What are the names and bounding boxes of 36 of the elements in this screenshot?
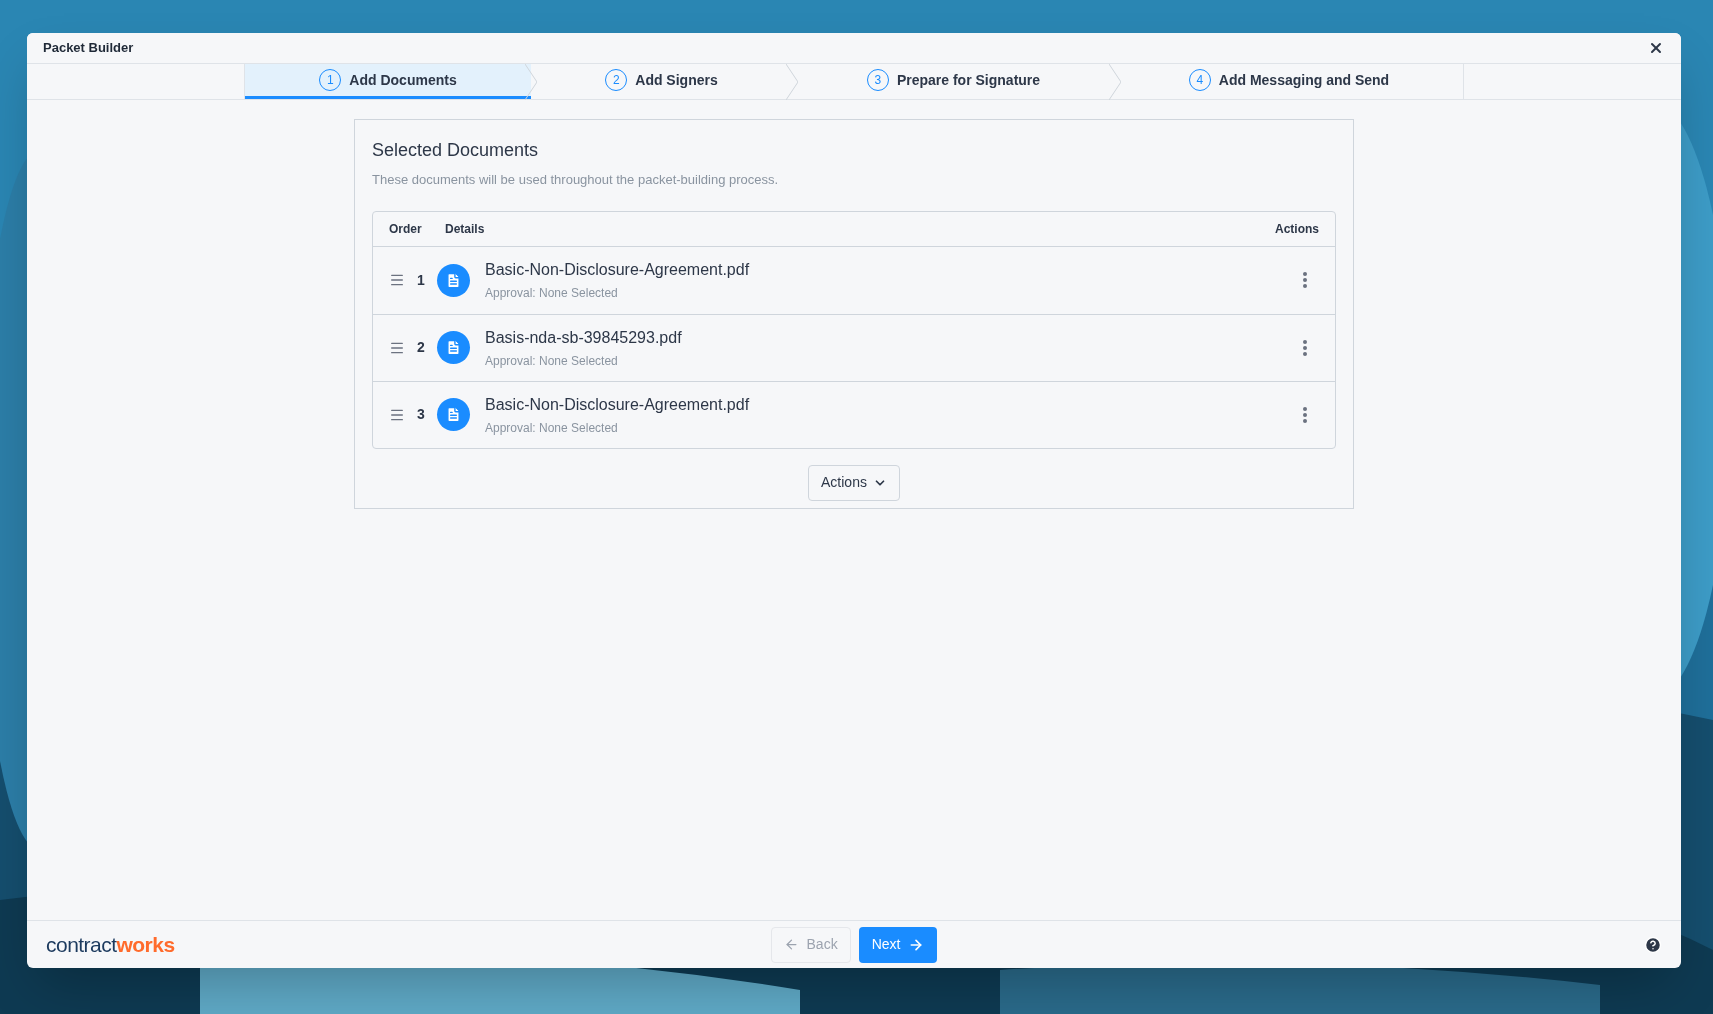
actions-dropdown[interactable]: Actions bbox=[808, 464, 900, 501]
help-icon[interactable] bbox=[1644, 935, 1662, 954]
column-header: Order bbox=[389, 220, 423, 238]
approval-status: Approval: None Selected bbox=[485, 285, 619, 302]
step-chevron-icon bbox=[1109, 64, 1121, 100]
brand-logo: contractworks bbox=[46, 931, 175, 958]
document-name: Basic-Non-Disclosure-Agreement.pdf bbox=[485, 260, 751, 280]
step-chevron-icon bbox=[525, 64, 537, 100]
document-row[interactable]: 2 Basis-nda-sb-39845293.pdf Approval: None Selected bbox=[373, 313, 1335, 381]
order-number: 2 bbox=[416, 338, 426, 357]
step-tab[interactable]: 2 Add Signers bbox=[531, 64, 792, 99]
drag-handle-icon[interactable] bbox=[389, 272, 405, 288]
order-number: 3 bbox=[416, 405, 426, 424]
document-row[interactable]: 1 Basic-Non-Disclosure-Agreement.pdf Approval: None Selected bbox=[373, 246, 1335, 314]
more-options-icon bbox=[1303, 406, 1307, 423]
more-options-icon bbox=[1303, 272, 1307, 288]
document-name: Basis-nda-sb-39845293.pdf bbox=[485, 327, 683, 348]
approval-status: Approval: None Selected bbox=[485, 352, 619, 370]
column-header: Actions bbox=[1275, 220, 1319, 238]
document-row[interactable]: 3 Basic-Non-Disclosure-Agreement.pdf Approval: None Selected bbox=[373, 380, 1335, 448]
step-chevron-icon bbox=[786, 64, 798, 100]
step-tab[interactable]: 4 Add Messaging and Send bbox=[1115, 64, 1463, 99]
more-options-icon bbox=[1303, 339, 1307, 356]
column-header: Details bbox=[445, 220, 486, 238]
card-title: Selected Documents bbox=[372, 139, 540, 162]
step-tab[interactable]: 1 Add Documents bbox=[245, 64, 531, 99]
document-icon bbox=[437, 263, 470, 297]
document-name: Basic-Non-Disclosure-Agreement.pdf bbox=[485, 394, 751, 415]
document-icon bbox=[437, 398, 470, 431]
window-title: Packet Builder bbox=[43, 39, 134, 58]
close-icon bbox=[1648, 40, 1664, 56]
document-icon bbox=[437, 331, 470, 364]
step-tab[interactable]: 3 Prepare for Signature bbox=[792, 64, 1115, 99]
approval-status: Approval: None Selected bbox=[485, 419, 619, 437]
order-number: 1 bbox=[416, 270, 426, 290]
card-description: These documents will be used throughout the packet-building process. bbox=[372, 171, 780, 189]
